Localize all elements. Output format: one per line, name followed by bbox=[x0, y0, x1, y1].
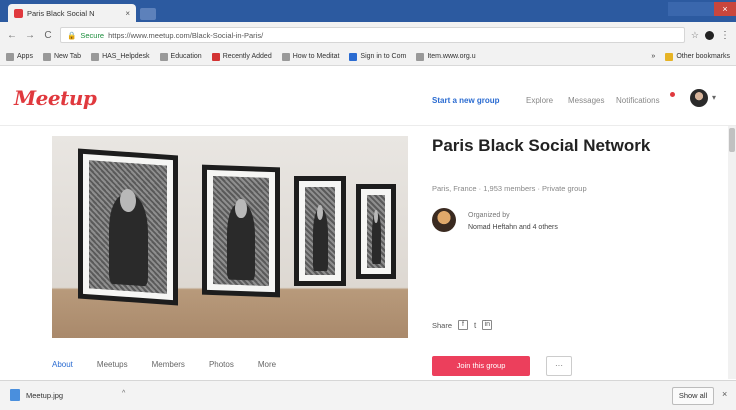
bookmark-folder-icon bbox=[281, 52, 290, 61]
tab-meetups[interactable]: Meetups bbox=[97, 360, 128, 369]
bookmark-label: Education bbox=[170, 53, 202, 60]
new-tab-button[interactable] bbox=[140, 8, 156, 20]
organizer-avatar[interactable] bbox=[432, 208, 456, 232]
bookmark-label: How to Meditat bbox=[292, 53, 340, 60]
bookmark-label: Sign in to Com bbox=[360, 53, 407, 60]
bookmark-label: Item.www.org.u bbox=[427, 53, 476, 60]
other-bookmarks[interactable]: Other bookmarks bbox=[665, 52, 730, 61]
bookmark-folder-icon bbox=[42, 52, 51, 61]
group-title: Paris Black Social Network bbox=[432, 136, 651, 155]
tab-about[interactable]: About bbox=[52, 360, 73, 369]
bookmark-item[interactable]: Apps bbox=[6, 52, 33, 61]
bookmark-folder-icon bbox=[416, 52, 425, 61]
bookmark-item[interactable]: Sign in to Com bbox=[349, 52, 407, 61]
close-download-shelf-icon[interactable]: × bbox=[722, 389, 727, 399]
lock-icon: 🔒 bbox=[67, 30, 77, 40]
bookmarks-overflow-icon[interactable]: » bbox=[651, 53, 655, 60]
bookmark-label: New Tab bbox=[53, 53, 82, 60]
group-cover-photo bbox=[52, 136, 408, 338]
back-icon[interactable]: ← bbox=[6, 30, 18, 41]
page-scrollbar[interactable] bbox=[728, 126, 736, 379]
bookmark-item[interactable]: Item.www.org.u bbox=[416, 52, 476, 61]
bookmark-folder-icon bbox=[159, 52, 168, 61]
bookmark-folder-icon bbox=[211, 52, 220, 61]
bookmark-folder-icon bbox=[91, 52, 100, 61]
framed-portrait bbox=[294, 176, 346, 286]
window-maximize-button[interactable] bbox=[694, 2, 714, 16]
extension-icon[interactable] bbox=[705, 30, 714, 40]
notification-badge bbox=[670, 92, 675, 97]
messages-link[interactable]: Messages bbox=[568, 96, 604, 105]
group-meta: Paris, France · 1,953 members · Private … bbox=[432, 184, 587, 193]
bookmark-star-icon[interactable]: ☆ bbox=[691, 30, 699, 41]
url-text: https://www.meetup.com/Black-Social-in-P… bbox=[108, 30, 264, 40]
window-minimize-button[interactable] bbox=[668, 2, 694, 16]
meetup-favicon-icon bbox=[14, 8, 23, 18]
bookmark-label: HAS_Helpdesk bbox=[102, 53, 150, 60]
window-close-button[interactable]: × bbox=[714, 2, 736, 16]
framed-portrait bbox=[78, 148, 178, 306]
bookmark-folder-icon bbox=[6, 52, 14, 61]
tab-close-icon[interactable]: × bbox=[125, 9, 130, 18]
download-menu-caret-icon[interactable]: ^ bbox=[122, 390, 125, 397]
group-nav-tabs: About Meetups Members Photos More bbox=[52, 360, 276, 369]
site-header: Meetup Start a new group Explore Message… bbox=[0, 66, 736, 126]
bookmark-item[interactable]: Recently Added bbox=[211, 52, 272, 61]
share-row: Share f t in bbox=[432, 320, 493, 330]
url-input[interactable]: 🔒 Secure https://www.meetup.com/Black-So… bbox=[60, 27, 685, 43]
meetup-logo[interactable]: Meetup bbox=[14, 86, 97, 110]
image-file-icon bbox=[10, 389, 20, 401]
framed-portrait bbox=[202, 164, 280, 298]
download-file-name: Meetup.jpg bbox=[26, 390, 64, 400]
folder-icon bbox=[665, 52, 674, 61]
download-shelf: Meetup.jpg ^ Show all × bbox=[0, 380, 736, 410]
tab-members[interactable]: Members bbox=[152, 360, 185, 369]
bookmark-item[interactable]: New Tab bbox=[42, 52, 82, 61]
scrollbar-thumb[interactable] bbox=[729, 128, 735, 152]
bookmark-item[interactable]: Education bbox=[159, 52, 202, 61]
join-group-button[interactable]: Join this group bbox=[432, 356, 530, 376]
explore-link[interactable]: Explore bbox=[526, 96, 553, 105]
title-bar: Paris Black Social N × × bbox=[0, 0, 736, 22]
address-bar: ← → C 🔒 Secure https://www.meetup.com/Bl… bbox=[0, 22, 736, 48]
bookmark-folder-icon bbox=[349, 52, 358, 61]
organized-by-label: Organized by bbox=[468, 212, 510, 219]
linkedin-icon[interactable]: in bbox=[482, 320, 493, 330]
tab-more[interactable]: More bbox=[258, 360, 276, 369]
bookmark-item[interactable]: HAS_Helpdesk bbox=[91, 52, 150, 61]
organizer-names-link[interactable]: Nomad Heftahn and 4 others bbox=[468, 224, 558, 231]
notifications-link[interactable]: Notifications bbox=[616, 96, 660, 105]
bookmarks-bar: Apps New Tab HAS_Helpdesk Education Recently… bbox=[0, 48, 736, 66]
twitter-icon[interactable]: t bbox=[474, 321, 476, 330]
download-item[interactable]: Meetup.jpg bbox=[10, 389, 63, 401]
reload-icon[interactable]: C bbox=[42, 30, 54, 41]
more-options-button[interactable]: ··· bbox=[546, 356, 572, 376]
secure-label: Secure bbox=[80, 30, 105, 40]
tab-photos[interactable]: Photos bbox=[209, 360, 234, 369]
bookmark-label: Recently Added bbox=[222, 53, 272, 60]
share-label: Share bbox=[432, 320, 453, 330]
bookmark-item[interactable]: How to Meditat bbox=[281, 52, 340, 61]
chevron-down-icon[interactable]: ▾ bbox=[712, 93, 716, 102]
framed-portrait bbox=[356, 184, 396, 279]
browser-menu-icon[interactable]: ⋮ bbox=[720, 30, 730, 41]
start-new-group-link[interactable]: Start a new group bbox=[432, 96, 500, 105]
forward-icon[interactable]: → bbox=[24, 30, 36, 41]
browser-tab[interactable]: Paris Black Social N × bbox=[8, 4, 136, 22]
show-all-downloads-button[interactable]: Show all bbox=[672, 387, 714, 405]
user-avatar[interactable] bbox=[690, 89, 708, 107]
bookmark-label: Apps bbox=[17, 53, 33, 60]
facebook-icon[interactable]: f bbox=[458, 320, 469, 330]
other-bookmarks-label: Other bookmarks bbox=[676, 53, 730, 60]
tab-title: Paris Black Social N bbox=[27, 8, 95, 18]
